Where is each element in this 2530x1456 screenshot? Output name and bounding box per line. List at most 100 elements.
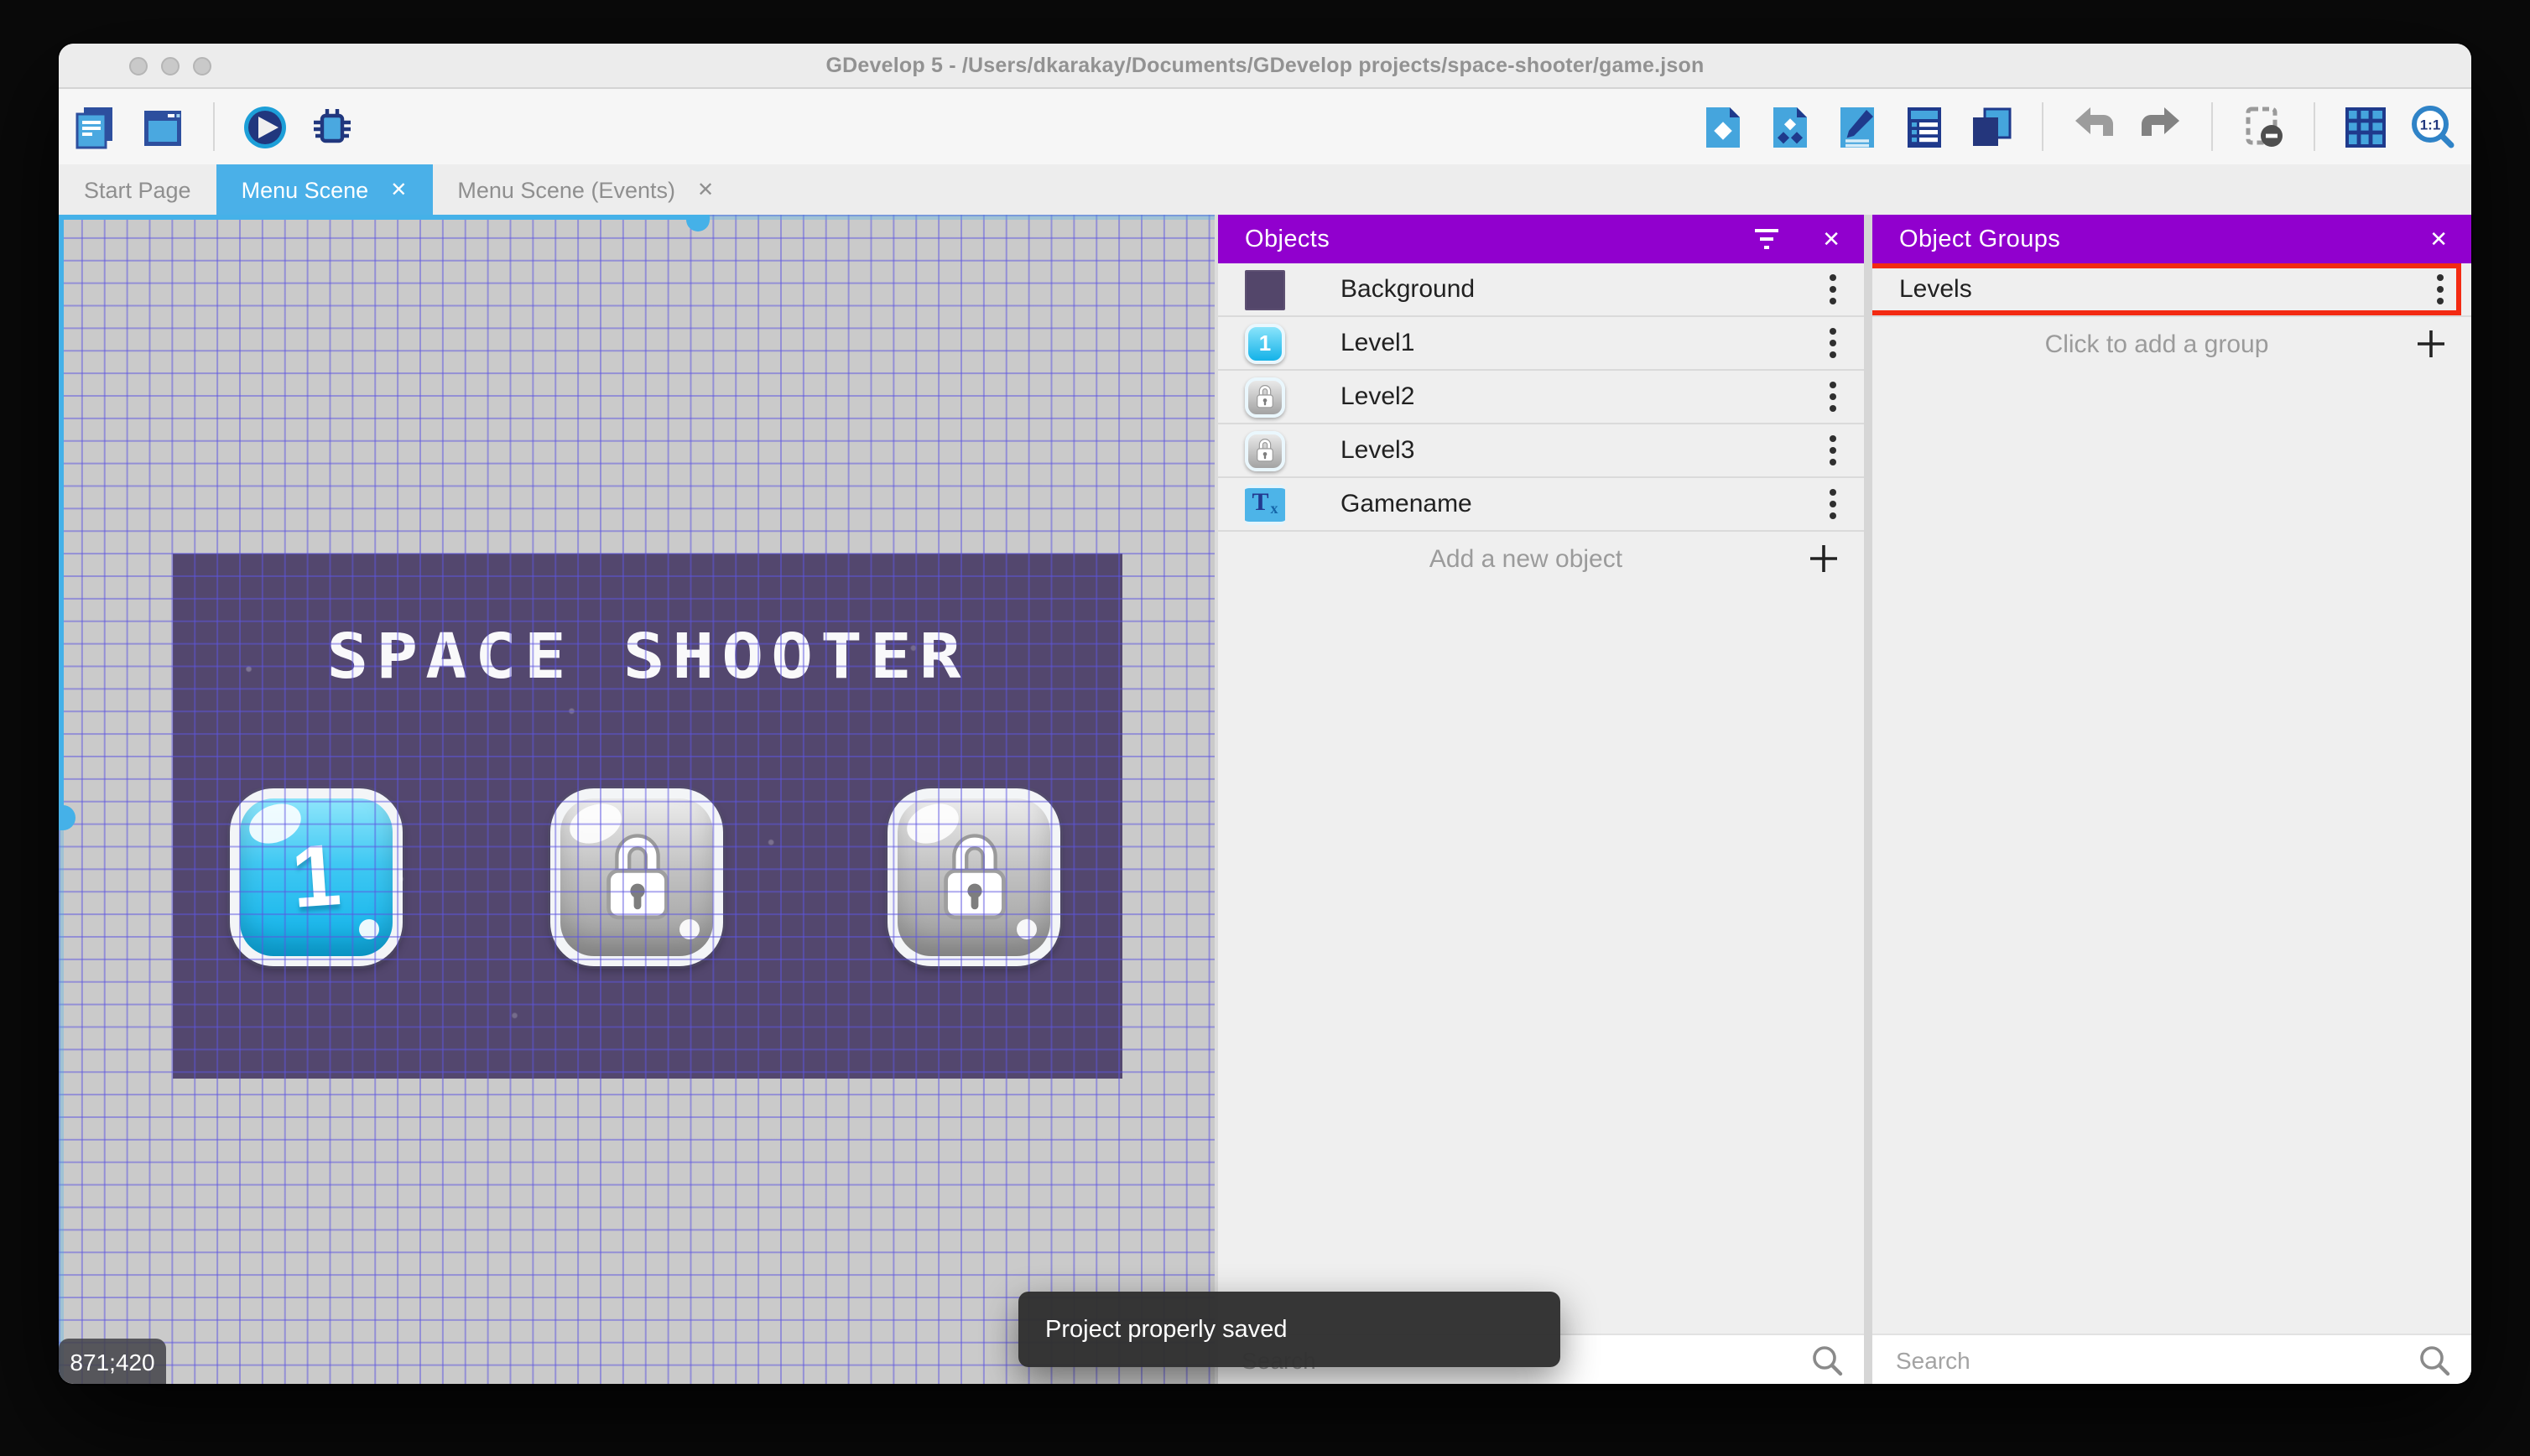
main-toolbar: 1:1 (59, 89, 2471, 164)
mask-remove-icon (2246, 106, 2283, 146)
object-menu-icon[interactable] (1825, 324, 1840, 362)
vertical-scroll-handle[interactable] (59, 805, 75, 830)
object-menu-icon[interactable] (1825, 377, 1840, 416)
objects-list: Background 1 Level1 Level2 Level3 T x Ga… (1218, 263, 1864, 1334)
text-object-thumbnail-icon: Tx (1245, 484, 1285, 524)
object-groups-panel-header: Object Groups ✕ (1872, 215, 2471, 263)
scene-editor-canvas[interactable]: SPACE SHOOTER 1 871;420 (59, 215, 1215, 1384)
minimize-window-button[interactable] (161, 56, 180, 75)
objects-panel-header: Objects ✕ (1218, 215, 1864, 263)
lock-icon (937, 830, 1011, 924)
vertical-scrollbar[interactable] (59, 215, 75, 1384)
redo-icon (2142, 107, 2179, 135)
debug-button[interactable] (307, 101, 357, 152)
tab-menu-scene[interactable]: Menu Scene ✕ (216, 164, 433, 215)
close-panel-icon[interactable]: ✕ (1819, 222, 1844, 256)
project-manager-button[interactable] (70, 101, 121, 152)
object-row-level3[interactable]: Level3 (1218, 424, 1864, 478)
play-icon (244, 106, 286, 148)
zoom-original-button[interactable]: 1:1 (2408, 101, 2458, 152)
play-preview-button[interactable] (240, 101, 290, 152)
toolbar-separator (2314, 102, 2315, 151)
svg-text:1:1: 1:1 (2420, 116, 2441, 132)
groups-search-input[interactable] (1892, 1344, 2418, 1375)
zoom-window-button[interactable] (193, 56, 211, 75)
object-menu-icon[interactable] (1825, 270, 1840, 309)
tab-label: Menu Scene (241, 177, 369, 202)
group-label: Levels (1899, 275, 1972, 304)
horizontal-scrollbar[interactable] (59, 215, 1215, 231)
object-row-background[interactable]: Background (1218, 263, 1864, 317)
locked-thumbnail-icon (1245, 377, 1285, 417)
debug-bug-icon (314, 108, 351, 143)
add-group-row[interactable]: Click to add a group (1872, 317, 2471, 371)
lock-icon (600, 830, 674, 924)
panels-divider[interactable] (1864, 215, 1872, 1384)
group-row-levels[interactable]: Levels (1872, 263, 2471, 317)
toggle-properties-button[interactable] (1832, 101, 1882, 152)
scene-object-level3[interactable] (888, 788, 1060, 966)
tab-menu-scene-events[interactable]: Menu Scene (Events) ✕ (432, 164, 739, 215)
toggle-objects-panel-button[interactable] (1698, 101, 1748, 152)
toolbar-right-group: 1:1 (1698, 101, 2458, 152)
level1-digit: 1 (289, 827, 344, 928)
panel-title: Object Groups (1899, 226, 2061, 252)
scene-properties-button[interactable] (138, 101, 188, 152)
scene-object-level2[interactable] (550, 788, 723, 966)
objects-panel: Objects ✕ Background 1 Level1 Level2 Lev… (1218, 215, 1864, 1384)
object-row-level1[interactable]: 1 Level1 (1218, 317, 1864, 371)
tab-label: Start Page (84, 177, 191, 202)
object-row-gamename[interactable]: Tx Gamename (1218, 478, 1864, 532)
redo-button[interactable] (2136, 101, 2186, 152)
plus-icon[interactable] (2414, 327, 2448, 361)
toggle-instances-list-button[interactable] (1899, 101, 1950, 152)
toolbar-separator (2211, 102, 2213, 151)
close-panel-icon[interactable]: ✕ (2426, 222, 2451, 256)
object-label: Level2 (1340, 382, 1415, 411)
object-row-level2[interactable]: Level2 (1218, 371, 1864, 424)
object-menu-icon[interactable] (1825, 485, 1840, 523)
undo-icon (2075, 107, 2113, 135)
object-label: Level1 (1340, 329, 1415, 357)
object-label: Background (1340, 275, 1476, 304)
tab-label: Menu Scene (Events) (457, 177, 675, 202)
objects-panel-icon (1706, 107, 1740, 147)
object-groups-icon (1773, 107, 1807, 147)
level1-thumbnail-icon: 1 (1245, 323, 1285, 363)
window-controls (129, 44, 211, 87)
add-object-label: Add a new object (1429, 544, 1623, 573)
layers-icon (1973, 107, 2012, 145)
object-groups-panel: Object Groups ✕ Levels Click to add a gr… (1872, 215, 2471, 1384)
properties-pencil-icon (1840, 107, 1874, 147)
search-icon (2420, 1345, 2450, 1375)
toggle-mask-button[interactable] (2238, 101, 2288, 152)
group-menu-icon[interactable] (2433, 270, 2448, 309)
project-manager-icon (75, 107, 112, 148)
toggle-layers-button[interactable] (1966, 101, 2017, 152)
toggle-grid-button[interactable] (2340, 101, 2391, 152)
plus-icon[interactable] (1807, 542, 1840, 575)
close-tab-icon[interactable]: ✕ (390, 179, 407, 200)
scene-object-background[interactable]: SPACE SHOOTER 1 (173, 554, 1122, 1079)
horizontal-scroll-handle[interactable] (686, 215, 710, 231)
window-titlebar: GDevelop 5 - /Users/dkarakay/Documents/G… (59, 44, 2471, 89)
object-groups-list: Levels Click to add a group (1872, 263, 2471, 1334)
close-window-button[interactable] (129, 56, 148, 75)
scene-object-level1[interactable]: 1 (230, 788, 403, 966)
toast-notification: Project properly saved (1018, 1292, 1560, 1367)
window-title: GDevelop 5 - /Users/dkarakay/Documents/G… (825, 54, 1705, 77)
object-label: Level3 (1340, 436, 1415, 465)
filter-icon[interactable] (1752, 226, 1782, 252)
scene-window-icon (144, 110, 181, 145)
object-menu-icon[interactable] (1825, 431, 1840, 470)
zoom-1-1-icon: 1:1 (2412, 105, 2455, 148)
grid-icon (2345, 107, 2386, 147)
close-tab-icon[interactable]: ✕ (697, 179, 714, 200)
scene-object-gamename[interactable]: SPACE SHOOTER (116, 621, 1179, 693)
add-object-row[interactable]: Add a new object (1218, 532, 1864, 585)
panel-title: Objects (1245, 226, 1330, 252)
tab-start-page[interactable]: Start Page (59, 164, 216, 215)
screenshot-stage: GDevelop 5 - /Users/dkarakay/Documents/G… (0, 0, 2530, 1456)
toggle-object-groups-button[interactable] (1765, 101, 1815, 152)
undo-button[interactable] (2069, 101, 2119, 152)
